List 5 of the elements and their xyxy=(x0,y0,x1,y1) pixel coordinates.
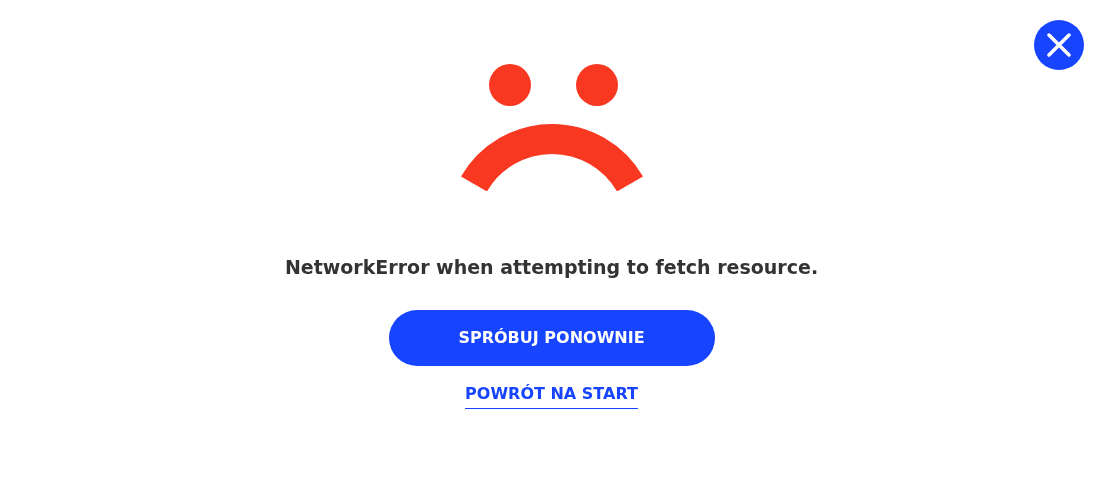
close-button[interactable] xyxy=(1034,20,1084,70)
home-link[interactable]: POWRÓT NA START xyxy=(465,381,638,409)
error-message: NetworkError when attempting to fetch resource. xyxy=(284,255,819,280)
close-icon xyxy=(1047,33,1071,57)
retry-button[interactable]: SPRÓBUJ PONOWNIE xyxy=(388,309,715,366)
